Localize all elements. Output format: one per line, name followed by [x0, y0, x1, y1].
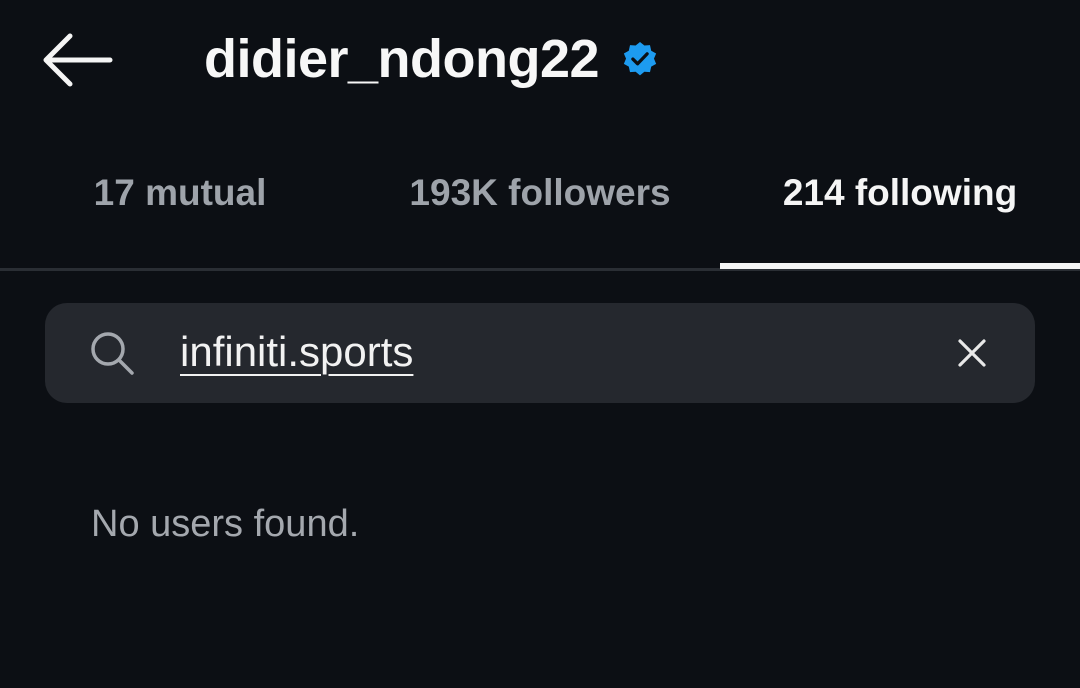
close-icon [958, 339, 986, 367]
profile-title: didier_ndong22 [204, 24, 659, 94]
follow-tabs: 17 mutual 193K followers 214 following [0, 150, 1080, 271]
username-title: didier_ndong22 [204, 29, 600, 89]
tab-followers-label: 193K followers [409, 172, 671, 213]
empty-results-message: No users found. [91, 503, 360, 545]
following-page: didier_ndong22 17 mutual 193K followers … [0, 0, 1080, 688]
active-tab-indicator [720, 263, 1080, 269]
verified-badge-icon [623, 41, 657, 76]
back-button[interactable] [40, 28, 116, 92]
tab-followers[interactable]: 193K followers [360, 150, 720, 268]
clear-search-button[interactable] [952, 333, 992, 373]
search-icon [91, 332, 134, 375]
tab-following[interactable]: 214 following [720, 150, 1080, 268]
tab-mutual-label: 17 mutual [93, 172, 267, 213]
arrow-left-icon [43, 33, 113, 87]
tab-following-label: 214 following [782, 172, 1018, 213]
tab-mutual[interactable]: 17 mutual [0, 150, 360, 268]
top-bar: didier_ndong22 [0, 0, 1080, 120]
search-input[interactable]: infiniti.sports [180, 324, 413, 380]
